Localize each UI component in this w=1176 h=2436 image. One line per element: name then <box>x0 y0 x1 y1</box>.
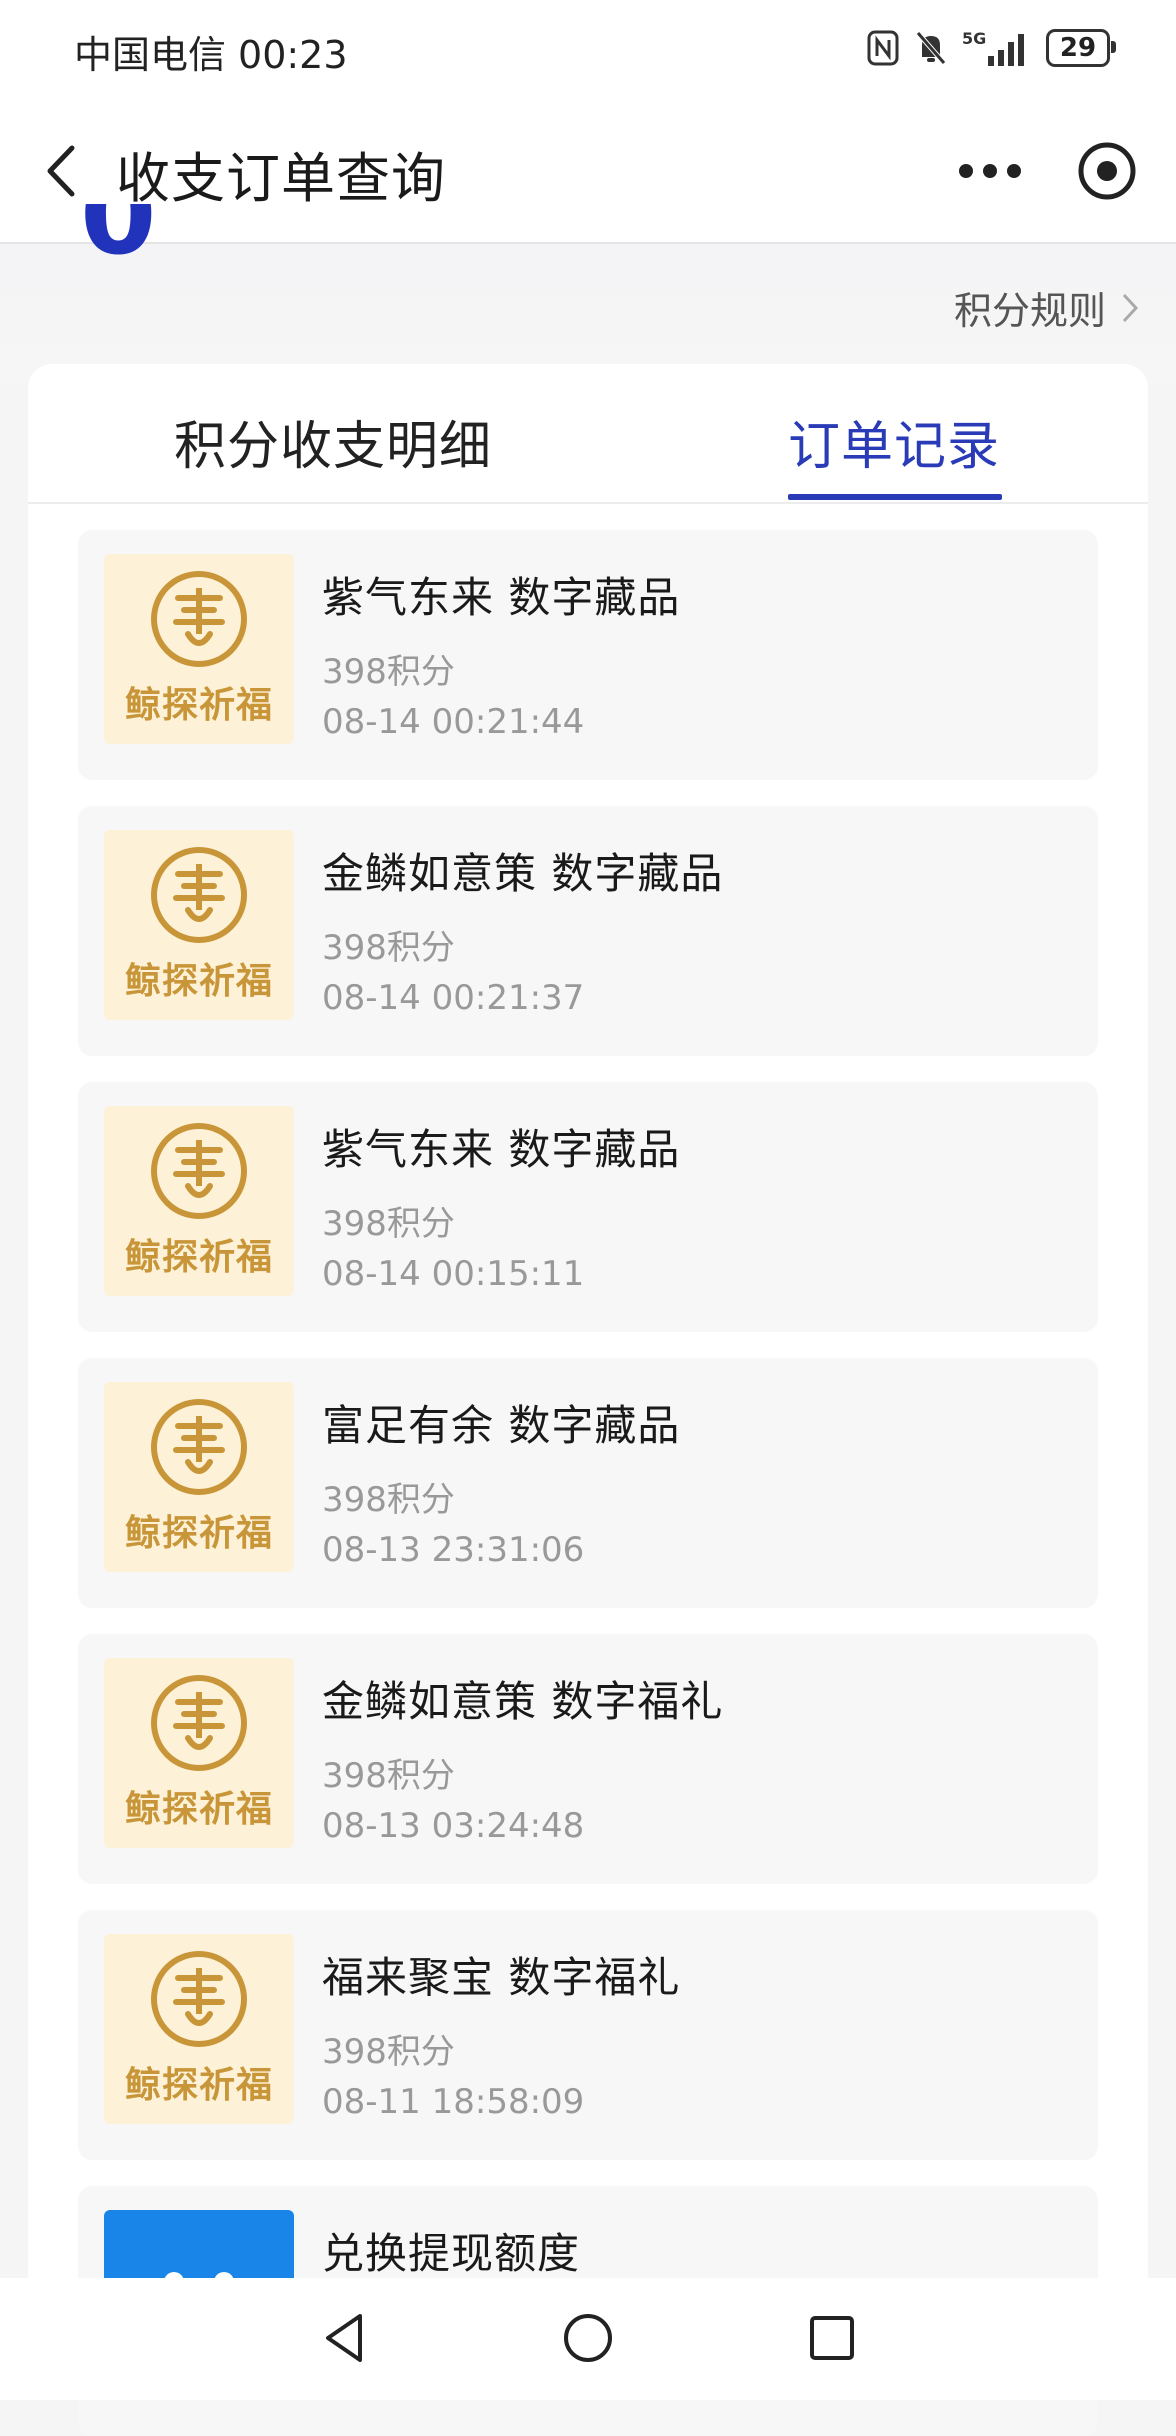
thumbnail-caption: 鲸探祈福 <box>124 1513 273 1554</box>
points-header: 0 积分规则 <box>0 204 1176 384</box>
order-points: 398积分 <box>322 1480 455 1520</box>
order-title: 金鳞如意策 数字福礼 <box>322 1677 724 1726</box>
nav-home-icon[interactable] <box>558 2308 618 2368</box>
nav-recents-icon[interactable] <box>802 2308 862 2368</box>
status-left: 中国电信 00:23 <box>74 24 348 79</box>
order-title: 兑换提现额度 <box>322 2229 581 2278</box>
thumbnail-caption: 鲸探祈福 <box>124 961 273 1002</box>
order-item[interactable]: 鲸探祈福 紫气东来 数字藏品 398积分 08-14 00:21:44 <box>78 530 1098 780</box>
order-item[interactable]: 鲸探祈福 金鳞如意策 数字藏品 398积分 08-14 00:21:37 <box>78 806 1098 1056</box>
points-rules-link[interactable]: 积分规则 <box>954 280 1140 335</box>
order-thumbnail: 鲸探祈福 <box>104 830 294 1020</box>
nfc-icon <box>867 30 899 66</box>
order-title: 福来聚宝 数字福礼 <box>322 1953 681 2002</box>
blessing-logo-icon <box>151 1675 247 1771</box>
status-icons: 5G 29 <box>866 28 1116 68</box>
tab-points-detail[interactable]: 积分收支明细 <box>174 404 492 479</box>
points-balance: 0 <box>80 204 157 270</box>
nav-back-icon[interactable] <box>316 2308 376 2368</box>
blessing-logo-icon <box>151 1951 247 2047</box>
order-item[interactable]: 鲸探祈福 金鳞如意策 数字福礼 398积分 08-13 03:24:48 <box>78 1634 1098 1884</box>
order-title: 富足有余 数字藏品 <box>322 1401 681 1450</box>
tab-bar: 积分收支明细 订单记录 <box>28 364 1148 504</box>
order-points: 398积分 <box>322 1756 455 1796</box>
thumbnail-caption: 鲸探祈福 <box>124 685 273 726</box>
order-item[interactable]: 鲸探祈福 富足有余 数字藏品 398积分 08-13 23:31:06 <box>78 1358 1098 1608</box>
order-thumbnail: 鲸探祈福 <box>104 1382 294 1572</box>
battery-level: 29 <box>1059 33 1097 63</box>
order-title: 紫气东来 数字藏品 <box>322 573 681 622</box>
order-time: 08-13 03:24:48 <box>322 1806 585 1846</box>
blessing-logo-icon <box>151 1399 247 1495</box>
points-rules-label: 积分规则 <box>953 289 1106 333</box>
order-time: 08-14 00:21:44 <box>322 702 585 742</box>
system-nav-bar <box>0 2278 1176 2400</box>
order-points: 398积分 <box>322 652 455 692</box>
battery-icon: 29 <box>1046 29 1116 67</box>
order-thumbnail: 鲸探祈福 <box>104 1106 294 1296</box>
order-points: 398积分 <box>322 928 455 968</box>
more-icon[interactable] <box>950 138 1030 204</box>
order-time: 08-11 18:58:09 <box>322 2082 585 2122</box>
close-miniapp-icon[interactable] <box>1074 138 1140 204</box>
page-title: 收支订单查询 <box>116 147 446 210</box>
chevron-right-icon <box>1122 293 1139 322</box>
mute-bell-icon <box>916 31 946 65</box>
order-points: 398积分 <box>322 2032 455 2072</box>
orders-card: 积分收支明细 订单记录 鲸探祈福 紫气东来 数字藏品 398积分 08-14 0… <box>28 364 1148 2436</box>
nav-bar: 收支订单查询 <box>0 100 1176 244</box>
thumbnail-caption: 鲸探祈福 <box>124 1789 273 1830</box>
signal-5g-icon: 5G <box>962 29 1024 66</box>
order-time: 08-13 23:31:06 <box>322 1530 585 1570</box>
thumbnail-caption: 鲸探祈福 <box>124 1237 273 1278</box>
blessing-logo-icon <box>151 847 247 943</box>
thumbnail-caption: 鲸探祈福 <box>124 2065 273 2106</box>
status-bar: 中国电信 00:23 5G 29 <box>0 0 1176 100</box>
tab-order-records[interactable]: 订单记录 <box>788 404 1000 479</box>
order-title: 紫气东来 数字藏品 <box>322 1125 681 1174</box>
order-item[interactable]: 鲸探祈福 紫气东来 数字藏品 398积分 08-14 00:15:11 <box>78 1082 1098 1332</box>
active-tab-indicator <box>788 494 1002 500</box>
blessing-logo-icon <box>151 571 247 667</box>
order-thumbnail: 鲸探祈福 <box>104 1934 294 2124</box>
order-thumbnail: 鲸探祈福 <box>104 554 294 744</box>
blessing-logo-icon <box>151 1123 247 1219</box>
clock: 00:23 <box>238 33 348 77</box>
order-title: 金鳞如意策 数字藏品 <box>322 849 724 898</box>
order-time: 08-14 00:21:37 <box>322 978 585 1018</box>
order-points: 398积分 <box>322 1204 455 1244</box>
order-time: 08-14 00:15:11 <box>322 1254 585 1294</box>
order-item[interactable]: 鲸探祈福 福来聚宝 数字福礼 398积分 08-11 18:58:09 <box>78 1910 1098 2160</box>
carrier-label: 中国电信 <box>74 33 227 77</box>
back-icon[interactable] <box>30 136 100 206</box>
network-type: 5G <box>962 29 986 48</box>
order-thumbnail: 鲸探祈福 <box>104 1658 294 1848</box>
